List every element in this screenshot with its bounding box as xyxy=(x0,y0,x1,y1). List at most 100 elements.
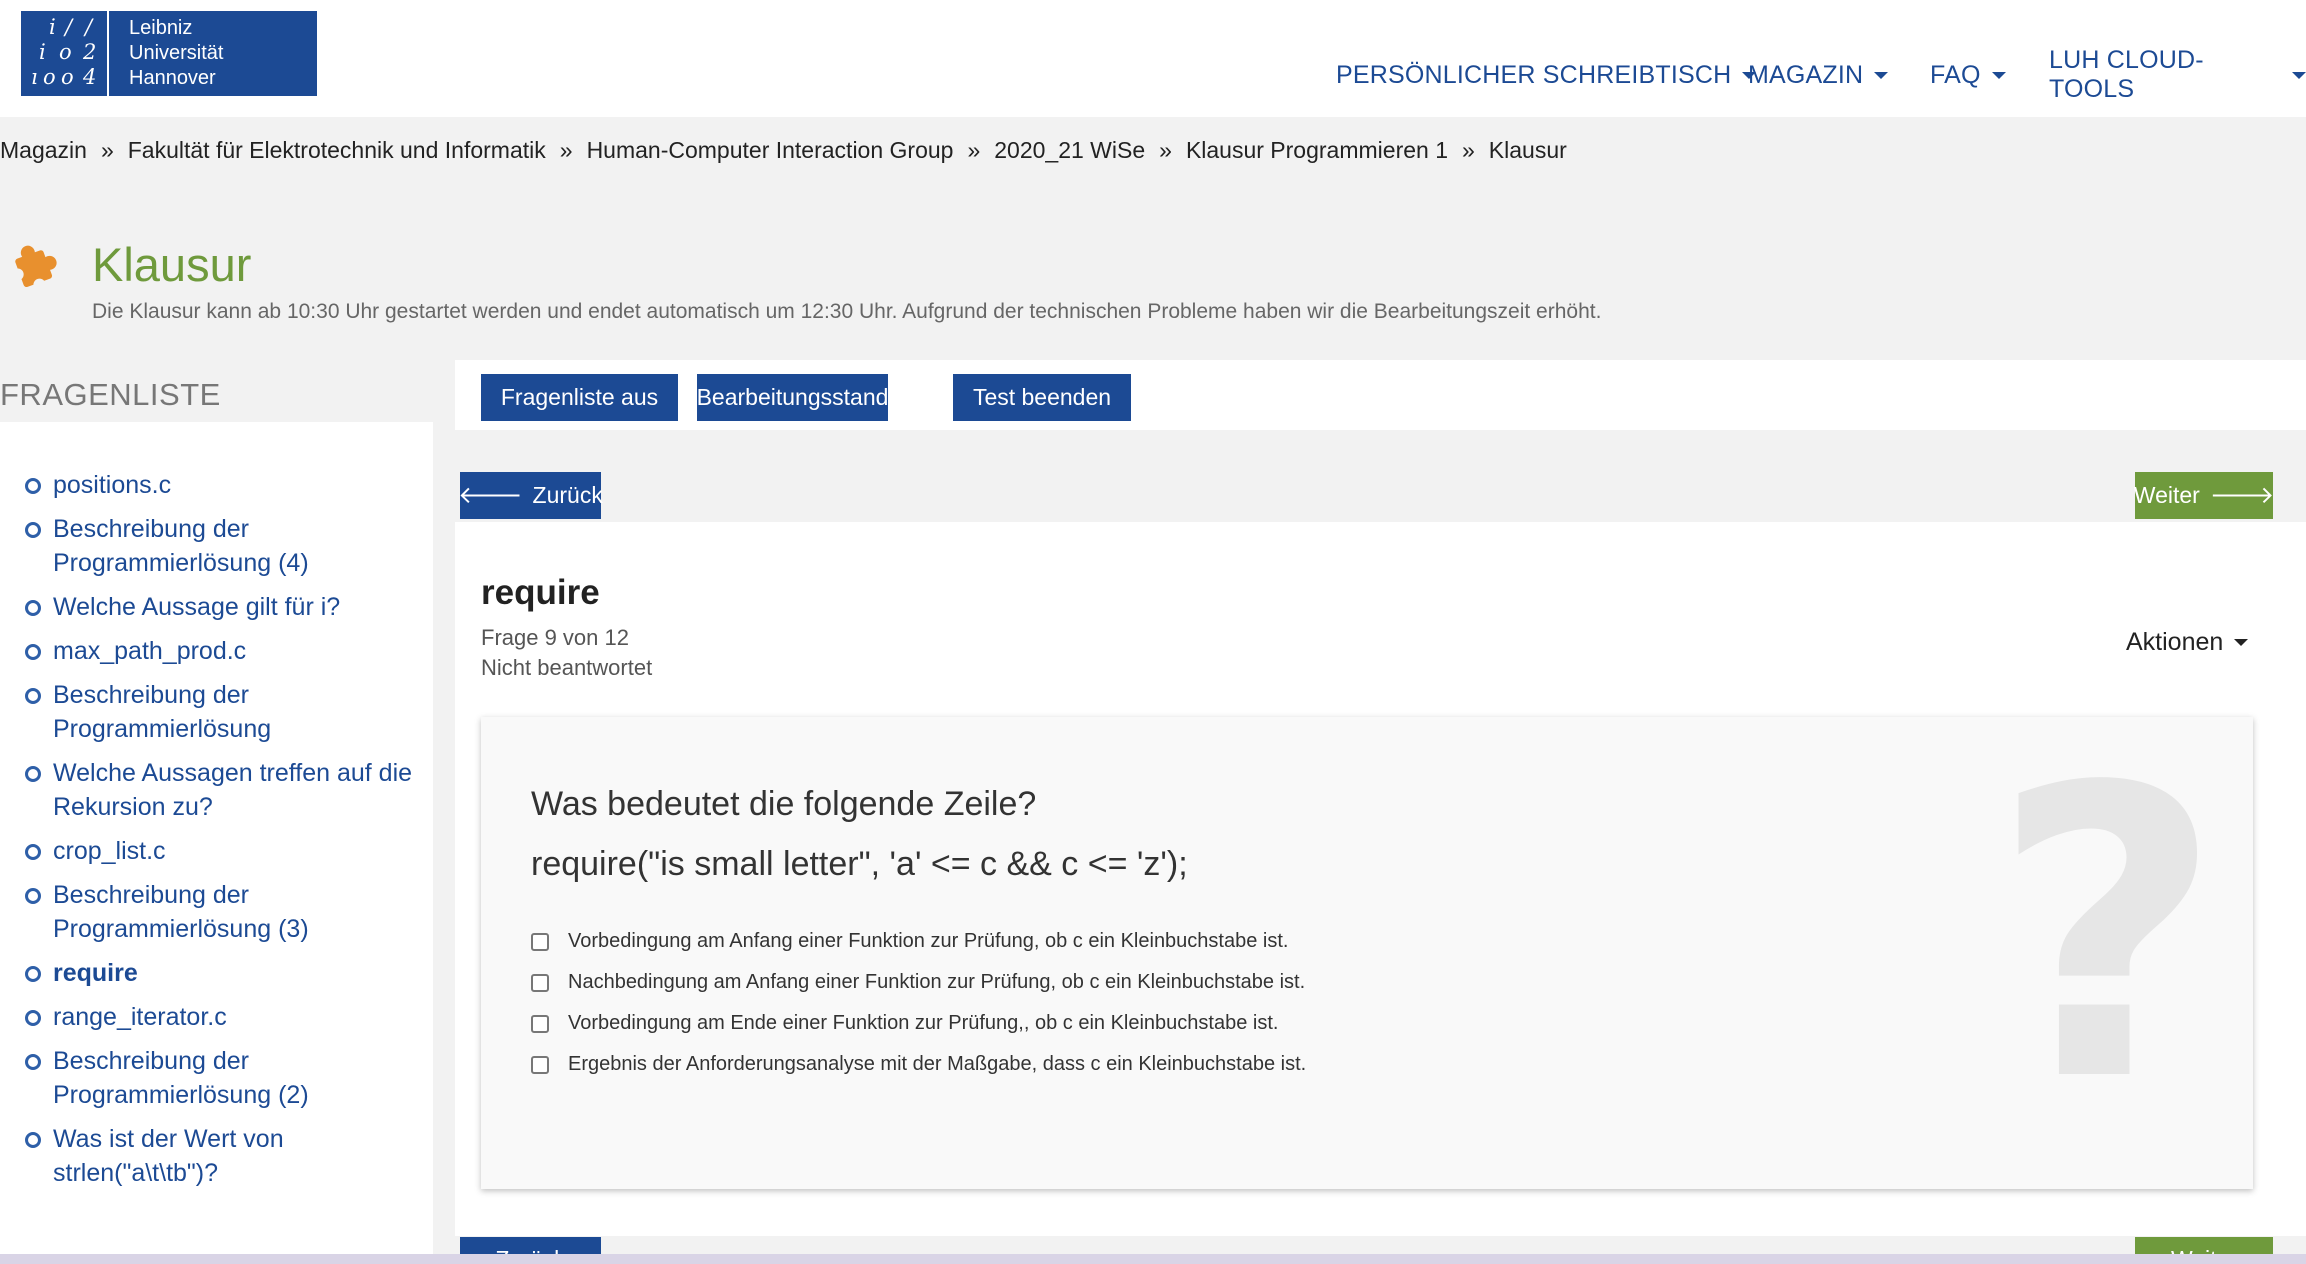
question-status: Nicht beantwortet xyxy=(481,655,653,680)
circle-icon xyxy=(25,766,41,782)
caret-down-icon xyxy=(1991,71,2006,79)
progress-button[interactable]: Bearbeitungsstand xyxy=(697,374,888,421)
question-list-item[interactable]: range_iterator.c xyxy=(25,1000,413,1034)
nav-faq-label: FAQ xyxy=(1930,60,1981,89)
circle-icon xyxy=(25,1010,41,1026)
breadcrumb-separator: » xyxy=(967,136,981,163)
finish-test-button[interactable]: Test beenden xyxy=(953,374,1131,421)
logo-line-2: Universität xyxy=(129,42,224,64)
back-button-label: Zurück xyxy=(532,482,603,508)
question-name: require xyxy=(481,573,600,612)
nav-personal-desk-label: PERSÖNLICHER SCHREIBTISCH xyxy=(1336,60,1732,89)
question-list-item[interactable]: Beschreibung der Programmierlösung (4) xyxy=(25,512,413,580)
question-list-item-label: positions.c xyxy=(53,471,172,499)
nav-cloud-tools-label: LUH CLOUD-TOOLS xyxy=(2049,46,2204,103)
finish-test-label: Test beenden xyxy=(972,384,1112,410)
logo-mark-icon: i / / i o 2 ı o o 4 xyxy=(21,11,109,96)
university-logo[interactable]: i / / i o 2 ı o o 4 Leibniz Universität … xyxy=(21,11,317,96)
breadcrumb-separator: » xyxy=(100,136,114,163)
breadcrumb-item[interactable]: Magazin xyxy=(0,137,87,164)
breadcrumb-separator: » xyxy=(1462,136,1475,163)
puzzle-icon xyxy=(11,245,57,291)
question-list-item-label: Beschreibung der Programmierlösung (4) xyxy=(53,515,309,577)
circle-icon xyxy=(25,844,41,860)
circle-icon xyxy=(25,688,41,704)
answer-option[interactable]: Ergebnis der Anforderungsanalyse mit der… xyxy=(531,1053,1306,1076)
window-bottom-edge xyxy=(0,1254,2306,1264)
circle-icon xyxy=(25,478,41,494)
caret-down-icon xyxy=(2292,71,2306,79)
actions-dropdown[interactable]: Aktionen xyxy=(2126,628,2249,657)
question-list-title: FRAGENLISTE xyxy=(0,377,221,412)
page-description: Die Klausur kann ab 10:30 Uhr gestartet … xyxy=(92,300,1602,323)
actions-label: Aktionen xyxy=(2126,628,2224,656)
nav-magazin-label: MAGAZIN xyxy=(1748,60,1864,89)
answer-option-label: Ergebnis der Anforderungsanalyse mit der… xyxy=(568,1053,1307,1075)
question-list-item-label: Beschreibung der Programmierlösung xyxy=(53,681,272,743)
caret-down-icon xyxy=(1874,71,1889,79)
answer-option[interactable]: Vorbedingung am Anfang einer Funktion zu… xyxy=(531,930,1288,953)
breadcrumb-item[interactable]: Fakultät für Elektrotechnik und Informat… xyxy=(128,137,546,164)
answer-option-label: Vorbedingung am Anfang einer Funktion zu… xyxy=(568,930,1289,952)
question-card: ? Was bedeutet die folgende Zeile? requi… xyxy=(481,717,2253,1189)
question-list-item[interactable]: Was ist der Wert von strlen("a\t\tb")? xyxy=(25,1122,343,1190)
test-toolbar: Fragenliste aus Bearbeitungsstand Test b… xyxy=(455,360,2306,430)
question-list-item[interactable]: max_path_prod.c xyxy=(25,634,413,668)
checkbox[interactable] xyxy=(531,973,549,992)
logo-line-1: Leibniz xyxy=(129,17,193,39)
page-title: Klausur xyxy=(92,238,252,291)
breadcrumb-item[interactable]: Klausur Programmieren 1 xyxy=(1186,137,1448,164)
nav-cloud-tools[interactable]: LUH CLOUD-TOOLS xyxy=(2049,46,2306,103)
question-list-item[interactable]: Beschreibung der Programmierlösung xyxy=(25,678,413,746)
next-button[interactable]: Weiter 🡒 xyxy=(2133,472,2275,519)
circle-icon xyxy=(25,522,41,538)
answer-option-label: Nachbedingung am Anfang einer Funktion z… xyxy=(568,971,1306,993)
circle-icon xyxy=(25,966,41,982)
answer-option[interactable]: Nachbedingung am Anfang einer Funktion z… xyxy=(531,971,1305,994)
circle-icon xyxy=(25,1132,41,1148)
checkbox[interactable] xyxy=(531,932,549,951)
question-list-item-label: crop_list.c xyxy=(53,837,166,865)
breadcrumb-item[interactable]: 2020_21 WiSe xyxy=(994,137,1145,164)
question-list-item[interactable]: Welche Aussagen treffen auf die Rekursio… xyxy=(25,756,413,824)
next-button-label: Weiter xyxy=(2133,482,2200,508)
question-list-item[interactable]: Beschreibung der Programmierlösung (2) xyxy=(25,1044,413,1112)
breadcrumb-separator: » xyxy=(559,136,573,163)
question-list-item-label: Beschreibung der Programmierlösung (2) xyxy=(53,1047,309,1109)
question-text: Was bedeutet die folgende Zeile? xyxy=(531,785,1037,823)
question-list-item[interactable]: positions.c xyxy=(25,468,413,502)
progress-button-label: Bearbeitungsstand xyxy=(696,384,889,410)
breadcrumb: Magazin » Fakultät für Elektrotechnik un… xyxy=(0,134,1567,166)
question-list-item-label: range_iterator.c xyxy=(53,1003,227,1031)
nav-magazin[interactable]: MAGAZIN xyxy=(1748,58,1889,92)
logo-text: Leibniz Universität Hannover xyxy=(109,16,223,91)
answer-option-label: Vorbedingung am Ende einer Funktion zur … xyxy=(568,1012,1279,1034)
question-list-item-label: Beschreibung der Programmierlösung (3) xyxy=(53,881,309,943)
checkbox[interactable] xyxy=(531,1055,549,1074)
arrow-left-icon: 🡐 xyxy=(458,481,523,509)
circle-icon xyxy=(25,1054,41,1070)
circle-icon xyxy=(25,644,41,660)
pager-bar: 🡐 Zurück Weiter 🡒 xyxy=(455,462,2306,522)
breadcrumb-separator: » xyxy=(1159,136,1172,163)
nav-personal-desk[interactable]: PERSÖNLICHER SCHREIBTISCH xyxy=(1336,58,1757,92)
breadcrumb-item[interactable]: Human-Computer Interaction Group xyxy=(587,137,954,164)
question-list-item-current[interactable]: require xyxy=(25,956,413,990)
question-list-toggle-button[interactable]: Fragenliste aus xyxy=(481,374,678,421)
back-button[interactable]: 🡐 Zurück xyxy=(458,472,603,519)
answer-option[interactable]: Vorbedingung am Ende einer Funktion zur … xyxy=(531,1012,1278,1035)
question-mark-icon: ? xyxy=(1990,717,2223,1169)
question-list-item-label: Was ist der Wert von strlen("a\t\tb")? xyxy=(53,1125,284,1187)
question-code: require("is small letter", 'a' <= c && c… xyxy=(531,845,1188,883)
breadcrumb-item[interactable]: Klausur xyxy=(1489,137,1567,164)
question-counter: Frage 9 von 12 xyxy=(481,625,629,650)
question-list-item[interactable]: Welche Aussage gilt für i? xyxy=(25,590,413,624)
arrow-right-icon: 🡒 xyxy=(2209,481,2275,509)
question-list-item[interactable]: Beschreibung der Programmierlösung (3) xyxy=(25,878,413,946)
question-list-toggle-label: Fragenliste aus xyxy=(500,384,659,410)
checkbox[interactable] xyxy=(531,1014,549,1033)
question-list-item[interactable]: crop_list.c xyxy=(25,834,413,868)
circle-icon xyxy=(25,600,41,616)
question-list-item-label: require xyxy=(53,959,138,987)
nav-faq[interactable]: FAQ xyxy=(1930,58,2006,92)
